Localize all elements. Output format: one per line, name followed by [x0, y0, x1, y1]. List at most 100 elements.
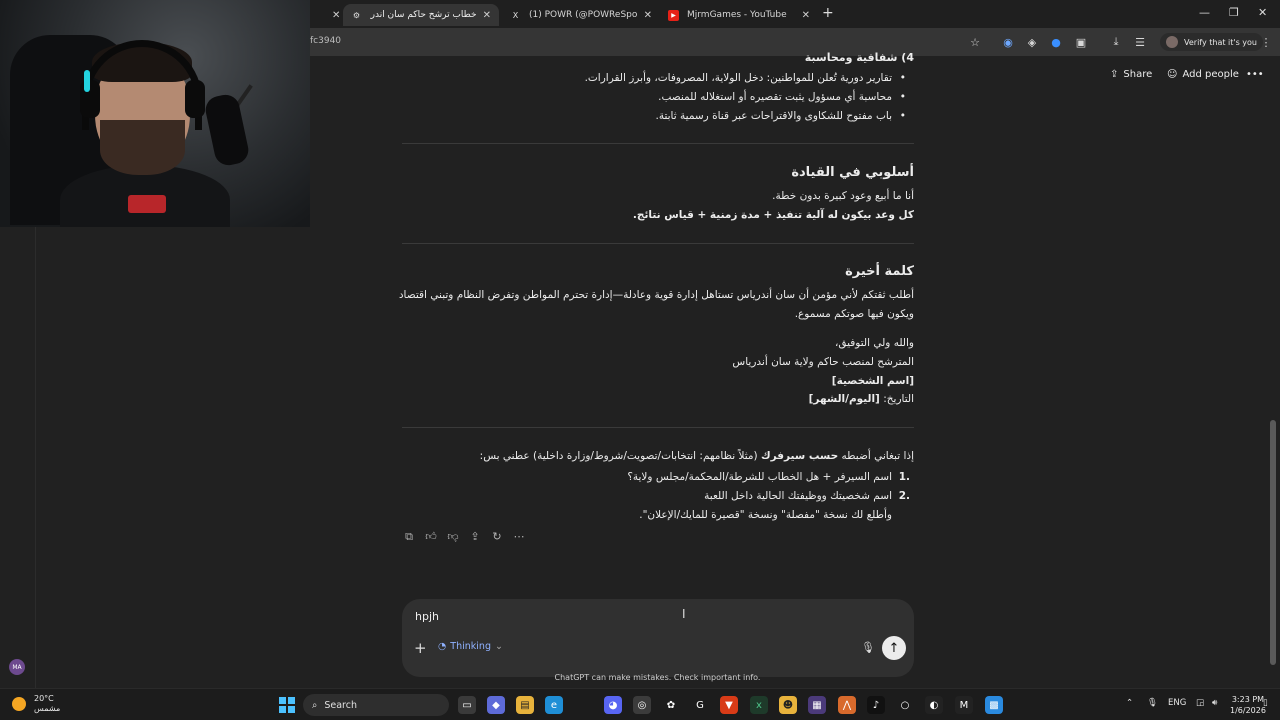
close-icon: ✕ [332, 9, 341, 21]
thinking-label: Thinking [450, 641, 491, 652]
restore-button[interactable]: ❐ [1229, 6, 1239, 19]
followup-tail: وأطلع لك نسخة "مفصلة" ونسخة "قصيرة للماي… [639, 509, 892, 521]
text-cursor-icon: I [682, 607, 686, 621]
excel-icon[interactable]: x [750, 696, 768, 714]
profile-verify-button[interactable]: Verify that it's you [1160, 33, 1263, 51]
url-text[interactable]: fc3940 [310, 36, 341, 46]
notifications-icon[interactable]: ▯ [1263, 698, 1268, 708]
edge-icon[interactable]: e [545, 696, 563, 714]
app-blue-icon[interactable]: ▩ [985, 696, 1003, 714]
thumbs-up-icon[interactable]: 👍︎ [424, 530, 438, 544]
more-options-button[interactable]: ••• [1246, 69, 1264, 80]
divider [402, 143, 914, 144]
brave-icon[interactable]: ▼ [720, 696, 738, 714]
thumbs-down-icon[interactable]: 👎︎ [446, 530, 460, 544]
tab-youtube[interactable]: ▶ MjrmGames - YouTube ✕ [660, 4, 818, 26]
volume-icon[interactable]: 🔊︎ [1212, 698, 1217, 708]
thinking-mode-button[interactable]: ◔ Thinking ⌄ [438, 641, 503, 652]
share-icon: ⇪ [1110, 69, 1119, 80]
language-indicator[interactable]: ENG [1168, 698, 1186, 708]
paragraph-bold: كل وعد بيكون له آلية تنفيذ + مدة زمنية +… [632, 209, 914, 221]
clock-time: 3:23 PM [1231, 695, 1265, 704]
bookmark-star-icon[interactable]: ☆ [967, 34, 983, 50]
notification-app-icon[interactable]: ☻ [779, 696, 797, 714]
chatgpt-icon: ⚙ [352, 10, 361, 20]
followup-intro-bold: حسب سيرفرك [760, 450, 839, 462]
task-view-icon[interactable]: ▭ [458, 696, 476, 714]
more-icon[interactable]: ⋯ [512, 530, 526, 544]
tray-mic-icon[interactable]: 🎙︎ [1147, 698, 1158, 708]
start-button[interactable] [279, 697, 295, 713]
numbered-item: .1 اسم السيرفر + هل الخطاب للشرطة/المحكم… [627, 468, 914, 487]
copilot-icon[interactable]: ◆ [487, 696, 505, 714]
app-dark-icon[interactable]: ◐ [925, 696, 943, 714]
reading-list-icon[interactable]: ☰ [1132, 34, 1148, 50]
copy-icon[interactable]: ⧉ [402, 530, 416, 544]
chatgpt-app-icon[interactable]: ✿ [662, 696, 680, 714]
section-heading-transparency: 4) شفافية ومحاسبة [804, 51, 914, 64]
app-m-icon[interactable]: M [955, 696, 973, 714]
share-label: Share [1123, 69, 1153, 80]
add-people-button[interactable]: ☺ Add people [1167, 69, 1239, 80]
app-icon[interactable]: G [691, 696, 709, 714]
discord-icon[interactable]: ◕ [604, 696, 622, 714]
send-button[interactable]: ↑ [882, 636, 906, 660]
new-tab-button[interactable]: + [822, 5, 834, 21]
paragraph: أطلب ثقتكم لأني مؤمن أن سان أندرياس تستا… [398, 289, 914, 301]
chevron-down-icon: ⌄ [494, 641, 503, 652]
clock-date: 1/6/2026 [1230, 706, 1266, 715]
close-prev-tab-button[interactable]: ✕ [318, 4, 340, 26]
message-composer[interactable]: hpjh + ◔ Thinking ⌄ 🎙︎ ↑ [402, 599, 914, 677]
add-people-label: Add people [1182, 69, 1239, 80]
date-label: التاريخ: [883, 393, 914, 405]
tiktok-icon[interactable]: ♪ [867, 696, 885, 714]
share-icon[interactable]: ⇪ [468, 530, 482, 544]
microphone-icon[interactable]: 🎙︎ [861, 641, 875, 654]
list-item: تقارير دورية تُعلن للمواطنين: دخل الولاي… [585, 69, 914, 88]
app-orange-icon[interactable]: ⋀ [838, 696, 856, 714]
list-item: محاسبة أي مسؤول يثبت تقصيره أو استغلاله … [658, 88, 914, 107]
share-button[interactable]: ⇪ Share [1110, 69, 1152, 80]
weather-desc: مشمس [34, 704, 61, 713]
section-heading-final-word: كلمة أخيرة [845, 264, 914, 279]
taskbar-search[interactable]: ⌕ Search [303, 694, 449, 716]
file-explorer-icon[interactable]: ▤ [516, 696, 534, 714]
scroll-thumb[interactable] [1270, 420, 1276, 665]
app-purple-icon[interactable]: ▦ [808, 696, 826, 714]
attach-plus-icon[interactable]: + [414, 639, 427, 657]
prompt-input[interactable]: hpjh [415, 610, 439, 623]
regenerate-icon[interactable]: ↻ [490, 530, 504, 544]
divider [402, 427, 914, 428]
page-scrollbar[interactable] [1270, 60, 1276, 665]
extension-audio-icon[interactable]: ◉ [1000, 34, 1016, 50]
system-clock[interactable]: 3:23 PM 1/6/2026 [1230, 694, 1266, 716]
tab-x[interactable]: X (1) POWR (@POWReSports) / X ✕ [502, 4, 660, 26]
tab-title: خطاب ترشح حاكم سان أندرياس [370, 10, 477, 20]
headset-earcup-right [185, 80, 205, 118]
tray-chevron-icon[interactable]: ⌃ [1126, 698, 1133, 708]
close-icon[interactable]: ✕ [644, 10, 652, 21]
more-menu-icon[interactable]: ⋮ [1258, 34, 1274, 50]
person-add-icon: ☺ [1167, 69, 1178, 80]
date-value: [اليوم/الشهر] [808, 393, 880, 405]
wifi-icon[interactable]: ◲ [1196, 698, 1204, 708]
extensions-icon[interactable]: ▣ [1073, 34, 1089, 50]
minimize-button[interactable]: — [1199, 6, 1210, 19]
followup-intro-b: (مثلاً نظامهم: انتخابات/تصويت/شروط/وزارة… [479, 450, 758, 462]
weather-widget[interactable]: 20°C مشمس [12, 694, 60, 714]
webcam-overlay [0, 0, 310, 227]
item-number: .1 [898, 471, 910, 483]
close-window-button[interactable]: ✕ [1258, 6, 1267, 19]
close-icon[interactable]: ✕ [483, 10, 491, 21]
item-text: اسم شخصيتك ووظيفتك الحالية داخل اللعبة [704, 490, 892, 502]
numbered-item: .2 اسم شخصيتك ووظيفتك الحالية داخل اللعب… [704, 487, 914, 506]
date-line: التاريخ: [اليوم/الشهر] [809, 390, 914, 409]
app-circle-icon[interactable]: ○ [896, 696, 914, 714]
close-icon[interactable]: ✕ [802, 10, 810, 21]
extension-puzzle-piece-icon[interactable]: ◈ [1024, 34, 1040, 50]
x-logo-icon: X [512, 10, 519, 20]
chrome-icon[interactable]: ◎ [633, 696, 651, 714]
tab-chatgpt[interactable]: ⚙ خطاب ترشح حاكم سان أندرياس ✕ [343, 4, 499, 26]
download-icon[interactable]: ⤓ [1108, 34, 1124, 50]
extension-blue-icon[interactable]: ● [1048, 34, 1064, 50]
